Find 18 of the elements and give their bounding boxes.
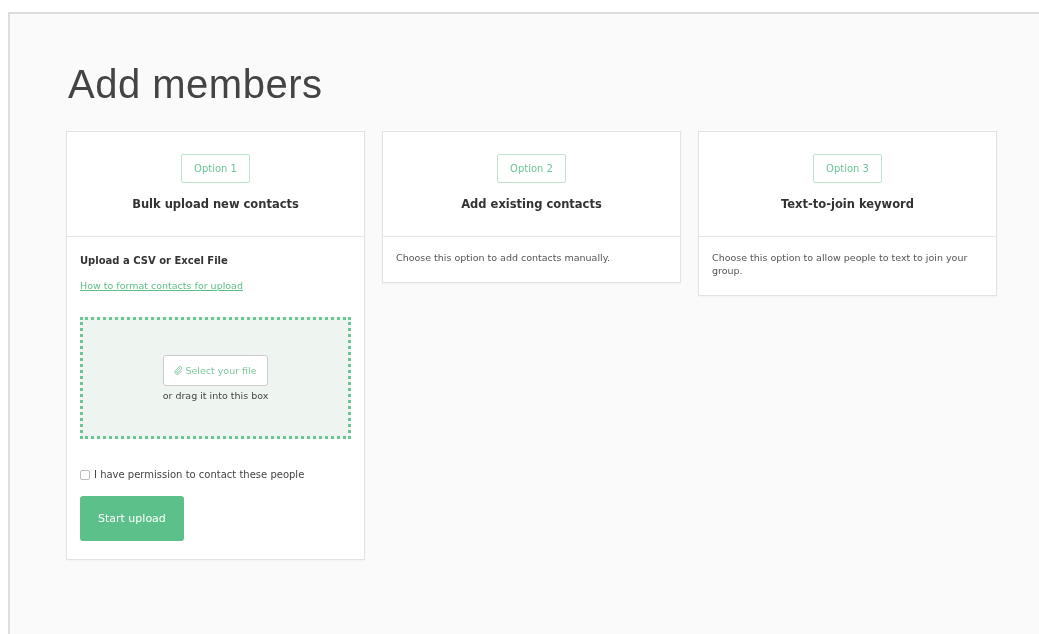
drop-zone[interactable]: Select your file or drag it into this box: [80, 317, 351, 439]
option-heading: Add existing contacts: [461, 197, 602, 211]
select-file-button[interactable]: Select your file: [163, 355, 268, 386]
page-title: Add members: [67, 61, 324, 108]
option-description: Choose this option to allow people to text to join your group.: [712, 251, 969, 277]
option-description: Choose this option to add contacts manually.: [396, 251, 611, 264]
permission-label: I have permission to contact these people: [94, 468, 305, 482]
paperclip-icon: [174, 366, 184, 375]
option-heading: Bulk upload new contacts: [132, 197, 299, 211]
upload-label: Upload a CSV or Excel File: [80, 255, 229, 266]
permission-checkbox[interactable]: [80, 470, 90, 480]
option-tab[interactable]: Option 1: [181, 154, 250, 183]
option-tab[interactable]: Option 3: [813, 154, 882, 183]
start-upload-button[interactable]: Start upload: [80, 496, 184, 541]
help-link[interactable]: How to format contacts for upload: [80, 280, 351, 291]
option-tab[interactable]: Option 2: [497, 154, 566, 183]
option-heading: Text-to-join keyword: [781, 197, 914, 211]
drop-hint: or drag it into this box: [162, 390, 269, 401]
